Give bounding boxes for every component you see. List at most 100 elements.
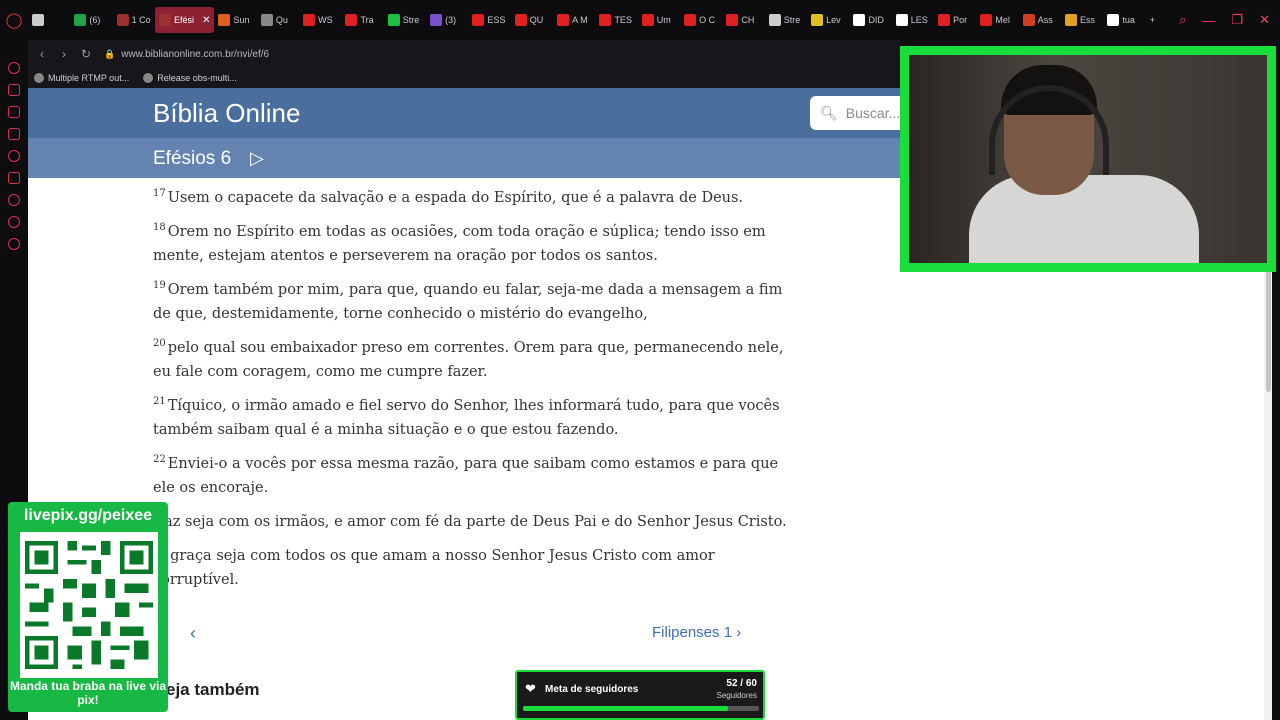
next-chapter-link[interactable]: Filipenses 1 › xyxy=(652,624,741,641)
url-text[interactable]: www.biblianonline.com.br/nvi/ef/6 xyxy=(121,49,269,60)
forward-icon[interactable]: › xyxy=(56,47,72,61)
maximize-icon[interactable]: ❐ xyxy=(1231,12,1243,28)
webcam-overlay xyxy=(900,46,1276,272)
browser-tabbar: ◯ (6) 1 Co Efési ✕ Sun Qu WS Tra Stre (3) ESS QU A M… xyxy=(0,0,1280,40)
verse: 21 Tíquico, o irmão amado e fiel servo do… xyxy=(153,394,793,442)
browser-tab[interactable]: tua xyxy=(1103,7,1145,33)
github-icon xyxy=(143,73,154,83)
browser-tab[interactable]: Stre xyxy=(765,7,807,33)
browser-tab[interactable]: ESS xyxy=(468,7,510,33)
verse-number: 20 xyxy=(153,338,166,350)
browser-tab[interactable]: QU xyxy=(511,7,553,33)
youtube-icon xyxy=(514,14,527,26)
browser-tab[interactable]: Um xyxy=(638,7,680,33)
browser-tab[interactable]: Efési ✕ xyxy=(154,7,215,33)
search-icon: 🔍︎ xyxy=(820,104,838,121)
sidebar-messenger-icon[interactable] xyxy=(8,106,20,118)
search-tabs-icon[interactable]: ⌕ xyxy=(1179,12,1186,28)
new-tab-button[interactable]: + xyxy=(1146,7,1169,33)
browser-tab[interactable]: WS xyxy=(299,7,341,33)
minimize-icon[interactable]: — xyxy=(1202,13,1215,28)
tab-label: (6) xyxy=(89,15,101,25)
sidebar-instagram-icon[interactable] xyxy=(8,128,20,140)
reload-icon[interactable]: ↻ xyxy=(78,47,94,61)
back-icon[interactable]: ‹ xyxy=(34,47,50,61)
verse: Paz seja com os irmãos, e amor com fé da… xyxy=(153,510,793,534)
youtube-icon xyxy=(938,14,951,26)
verse-text: Paz seja com os irmãos, e amor com fé da… xyxy=(155,514,787,530)
prev-chapter-link[interactable]: ‹ xyxy=(190,623,196,644)
verse-list: 17 Usem o capacete da salvação e a espada… xyxy=(153,186,793,602)
browser-tab[interactable]: Lev xyxy=(807,7,849,33)
browser-tab[interactable]: A M xyxy=(553,7,595,33)
goal-progress-fill xyxy=(523,706,728,711)
livepix-panel: livepix.gg/peixee Manda tua braba na liv… xyxy=(8,502,168,712)
bible-icon xyxy=(158,14,171,26)
opera-logo-icon[interactable]: ◯ xyxy=(0,0,28,40)
close-tab-icon[interactable]: ✕ xyxy=(202,15,210,26)
bookmark-label: Multiple RTMP out... xyxy=(48,73,130,83)
sidebar-history-icon[interactable] xyxy=(8,194,20,206)
tab-label: TES xyxy=(614,15,632,25)
browser-tab[interactable]: LES xyxy=(892,7,934,33)
browser-tab[interactable]: DID xyxy=(849,7,891,33)
browser-tab[interactable]: 1 Co xyxy=(113,7,155,33)
browser-tab[interactable]: (6) xyxy=(70,7,112,33)
browser-tab[interactable]: Stre xyxy=(384,7,426,33)
google-icon xyxy=(1107,14,1120,26)
bookmark-icon xyxy=(811,14,824,26)
youtube-icon xyxy=(303,14,316,26)
verse-text: A graça seja com todos os que amam a nos… xyxy=(153,548,715,588)
bookmark-label: Release obs-multi... xyxy=(157,73,237,83)
verse: 19 Orem também por mim, para que, quando … xyxy=(153,278,793,326)
tab-label: Tra xyxy=(360,15,374,25)
kick-icon xyxy=(387,14,400,26)
sidebar-bag-icon[interactable] xyxy=(8,84,20,96)
verse-number: 18 xyxy=(153,222,166,234)
play-audio-icon[interactable]: ▷ xyxy=(250,148,264,169)
tab-label: O C xyxy=(699,15,716,25)
bookmark-item[interactable]: Release obs-multi... xyxy=(143,73,237,83)
browser-tab[interactable]: Ess xyxy=(1061,7,1103,33)
verse-text: pelo qual sou embaixador preso em corren… xyxy=(153,340,784,380)
sidebar-settings-icon[interactable] xyxy=(8,238,20,250)
tab-label: Stre xyxy=(402,15,420,25)
browser-tab[interactable]: Tra xyxy=(341,7,383,33)
site-title[interactable]: Bíblia Online xyxy=(153,98,300,129)
sidebar-clock-icon[interactable] xyxy=(8,216,20,228)
tab-label: Por xyxy=(953,15,968,25)
sidebar-refresh-icon[interactable] xyxy=(8,62,20,74)
address-bar: ‹ › ↻ 🔒 www.biblianonline.com.br/nvi/ef/… xyxy=(28,40,900,68)
browser-tab[interactable]: Ass xyxy=(1019,7,1061,33)
browser-tab[interactable]: CH xyxy=(722,7,764,33)
tab-label: WS xyxy=(318,15,333,25)
goal-count: 52 / 60 xyxy=(726,678,757,689)
sidebar-music-icon[interactable] xyxy=(8,150,20,162)
verse-number: 19 xyxy=(153,280,166,292)
doc-icon xyxy=(895,14,908,26)
browser-tab[interactable] xyxy=(28,7,70,33)
browser-tab[interactable]: Por xyxy=(934,7,976,33)
youtube-icon xyxy=(641,14,654,26)
bookmark-item[interactable]: Multiple RTMP out... xyxy=(34,73,129,83)
webcam-person-shirt xyxy=(969,175,1199,263)
verse: 17 Usem o capacete da salvação e a espada… xyxy=(153,186,793,210)
sidebar-twitch-icon[interactable] xyxy=(8,172,20,184)
browser-tab[interactable]: Sun xyxy=(214,7,256,33)
browser-tab[interactable]: (3) xyxy=(426,7,468,33)
search-placeholder: Buscar... xyxy=(845,105,901,121)
browser-tab[interactable]: O C xyxy=(680,7,722,33)
tab-label: Stre xyxy=(783,15,801,25)
tab-label: QU xyxy=(529,15,544,25)
browser-tab[interactable]: Qu xyxy=(257,7,299,33)
close-window-icon[interactable]: ✕ xyxy=(1259,12,1270,28)
browser-tab[interactable]: Mel xyxy=(976,7,1018,33)
whatsapp-icon xyxy=(74,14,87,26)
tab-label: 1 Co xyxy=(131,15,151,25)
tab-label: Um xyxy=(656,15,671,25)
tab-label: Ass xyxy=(1037,15,1053,25)
browser-tab[interactable]: TES xyxy=(595,7,637,33)
shield-icon xyxy=(1065,14,1078,26)
tab-label: Ess xyxy=(1080,15,1096,25)
verse-number: 17 xyxy=(153,188,166,200)
